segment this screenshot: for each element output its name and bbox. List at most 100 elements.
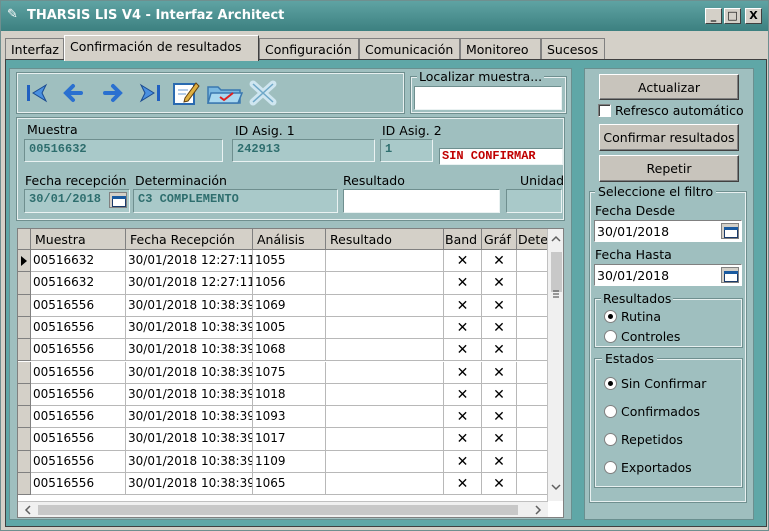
col-band[interactable]: Band [444, 229, 482, 250]
cell-resultado[interactable] [326, 339, 444, 362]
table-row[interactable]: 00516556 30/01/2018 10:38:39 1068 ✕ ✕ [18, 339, 548, 362]
cell-analisis[interactable]: 1093 [253, 406, 326, 429]
tab-interfaz[interactable]: Interfaz [5, 38, 64, 60]
cell-graf[interactable]: ✕ [482, 272, 517, 295]
table-row[interactable]: 00516632 30/01/2018 12:27:11 1055 ✕ ✕ [18, 250, 548, 273]
cell-muestra[interactable]: 00516632 [31, 272, 126, 295]
repetidos-radio[interactable] [604, 433, 617, 446]
calendar-icon[interactable] [721, 223, 739, 239]
cell-analisis[interactable]: 1069 [253, 294, 326, 317]
cell-det[interactable] [517, 250, 548, 273]
confirmar-resultados-button[interactable]: Confirmar resultados [599, 124, 739, 151]
cell-resultado[interactable] [326, 294, 444, 317]
cell-fecha[interactable]: 30/01/2018 10:38:39 [126, 406, 253, 429]
table-row[interactable]: 00516632 30/01/2018 12:27:11 1056 ✕ ✕ [18, 272, 548, 295]
cell-fecha[interactable]: 30/01/2018 10:38:39 [126, 428, 253, 451]
cell-det[interactable] [517, 339, 548, 362]
current-row-indicator[interactable] [18, 250, 31, 273]
cell-analisis[interactable]: 1018 [253, 383, 326, 407]
cell-det[interactable] [517, 428, 548, 451]
cell-band[interactable]: ✕ [444, 406, 482, 429]
cell-graf[interactable]: ✕ [482, 383, 517, 407]
cell-band[interactable]: ✕ [444, 473, 482, 496]
col-analisis[interactable]: Análisis [253, 229, 326, 250]
cell-graf[interactable]: ✕ [482, 473, 517, 496]
cell-band[interactable]: ✕ [444, 383, 482, 407]
tab-sucesos[interactable]: Sucesos [541, 38, 605, 60]
cell-fecha[interactable]: 30/01/2018 10:38:39 [126, 361, 253, 384]
tab-comunicacion[interactable]: Comunicación [359, 38, 460, 60]
cell-analisis[interactable]: 1075 [253, 361, 326, 384]
cell-resultado[interactable] [326, 450, 444, 473]
cell-muestra[interactable]: 00516556 [31, 383, 126, 407]
cell-det[interactable] [517, 406, 548, 429]
table-row[interactable]: 00516556 30/01/2018 10:38:39 1093 ✕ ✕ [18, 406, 548, 429]
cell-muestra[interactable]: 00516556 [31, 339, 126, 362]
row-indicator[interactable] [18, 473, 31, 496]
col-det[interactable]: Dete [517, 229, 548, 250]
first-record-button[interactable] [23, 78, 53, 108]
table-row[interactable]: 00516556 30/01/2018 10:38:39 1075 ✕ ✕ [18, 361, 548, 384]
cell-fecha[interactable]: 30/01/2018 12:27:11 [126, 250, 253, 273]
col-graf[interactable]: Gráf [482, 229, 517, 250]
cell-fecha[interactable]: 30/01/2018 10:38:39 [126, 450, 253, 473]
search-input[interactable] [414, 86, 562, 110]
cell-det[interactable] [517, 361, 548, 384]
delete-button[interactable] [247, 78, 279, 108]
cell-fecha[interactable]: 30/01/2018 10:38:39 [126, 473, 253, 496]
maximize-button[interactable]: □ [724, 8, 741, 24]
cell-fecha[interactable]: 30/01/2018 10:38:39 [126, 383, 253, 407]
cell-analisis[interactable]: 1056 [253, 272, 326, 295]
cell-graf[interactable]: ✕ [482, 316, 517, 340]
cell-muestra[interactable]: 00516556 [31, 361, 126, 384]
cell-resultado[interactable] [326, 473, 444, 496]
cell-analisis[interactable]: 1068 [253, 339, 326, 362]
cell-analisis[interactable]: 1065 [253, 473, 326, 496]
next-record-button[interactable] [97, 78, 127, 108]
cell-resultado[interactable] [326, 428, 444, 451]
col-resultado[interactable]: Resultado [326, 229, 444, 250]
cell-det[interactable] [517, 316, 548, 340]
cell-band[interactable]: ✕ [444, 316, 482, 340]
cell-band[interactable]: ✕ [444, 361, 482, 384]
calendar-icon[interactable] [109, 192, 127, 208]
row-indicator[interactable] [18, 450, 31, 473]
table-row[interactable]: 00516556 30/01/2018 10:38:39 1109 ✕ ✕ [18, 450, 548, 473]
title-bar[interactable]: ✎ THARSIS LIS V4 - Interfaz Architect _ … [1, 1, 768, 31]
repetir-button[interactable]: Repetir [599, 155, 739, 182]
cell-band[interactable]: ✕ [444, 450, 482, 473]
cell-resultado[interactable] [326, 361, 444, 384]
edit-button[interactable] [169, 78, 203, 108]
cell-graf[interactable]: ✕ [482, 450, 517, 473]
previous-record-button[interactable] [59, 78, 89, 108]
rutina-radio[interactable] [604, 310, 617, 323]
cell-graf[interactable]: ✕ [482, 294, 517, 317]
cell-band[interactable]: ✕ [444, 339, 482, 362]
row-indicator[interactable] [18, 339, 31, 362]
row-indicator[interactable] [18, 406, 31, 429]
fecha-desde-picker[interactable]: 30/01/2018 [594, 220, 742, 242]
cell-det[interactable] [517, 383, 548, 407]
confirmados-radio[interactable] [604, 405, 617, 418]
cell-det[interactable] [517, 473, 548, 496]
row-indicator[interactable] [18, 316, 31, 340]
cell-graf[interactable]: ✕ [482, 250, 517, 273]
table-row[interactable]: 00516556 30/01/2018 10:38:39 1018 ✕ ✕ [18, 383, 548, 407]
col-fecha-recepcion[interactable]: Fecha Recepción [126, 229, 253, 250]
cell-muestra[interactable]: 00516556 [31, 428, 126, 451]
calendar-icon[interactable] [721, 267, 739, 283]
cell-fecha[interactable]: 30/01/2018 10:38:39 [126, 294, 253, 317]
cell-resultado[interactable] [326, 316, 444, 340]
cell-det[interactable] [517, 294, 548, 317]
cell-det[interactable] [517, 450, 548, 473]
refresco-checkbox[interactable] [598, 104, 611, 117]
tab-confirmacion-resultados[interactable]: Confirmación de resultados [64, 35, 259, 61]
cell-analisis[interactable]: 1017 [253, 428, 326, 451]
cell-muestra[interactable]: 00516556 [31, 294, 126, 317]
cell-fecha[interactable]: 30/01/2018 10:38:39 [126, 339, 253, 362]
cell-graf[interactable]: ✕ [482, 361, 517, 384]
tab-monitoreo[interactable]: Monitoreo [460, 38, 541, 60]
cell-resultado[interactable] [326, 383, 444, 407]
col-muestra[interactable]: Muestra [31, 229, 126, 250]
cell-fecha[interactable]: 30/01/2018 10:38:39 [126, 316, 253, 340]
